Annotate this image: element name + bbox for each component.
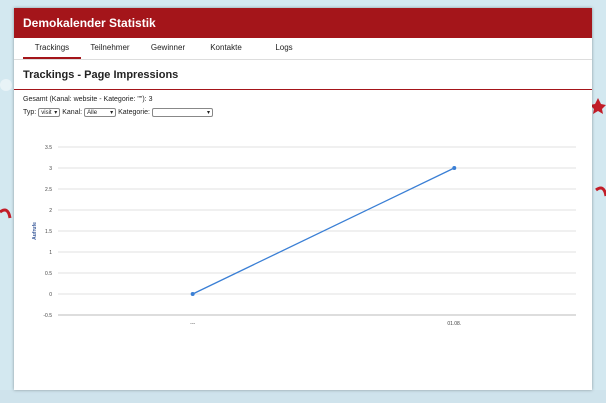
tab-teilnehmer[interactable]: Teilnehmer xyxy=(81,40,139,59)
app-title: Demokalender Statistik xyxy=(14,8,592,38)
chevron-down-icon: ▾ xyxy=(54,110,58,116)
page-title: Trackings - Page Impressions xyxy=(14,60,592,90)
y-tick-label: 1.5 xyxy=(45,229,52,235)
kanal-select[interactable]: Alle ▾ xyxy=(84,108,117,117)
chevron-down-icon: ▾ xyxy=(207,110,211,116)
y-tick-label: 2.5 xyxy=(45,187,52,193)
tab-logs[interactable]: Logs xyxy=(255,40,313,59)
app-window: Demokalender Statistik Trackings Teilneh… xyxy=(14,8,592,390)
y-tick-label: 0.5 xyxy=(45,271,52,277)
tab-trackings[interactable]: Trackings xyxy=(23,40,81,59)
y-tick-label: 0 xyxy=(49,292,52,298)
y-tick-label: 3 xyxy=(49,166,52,172)
y-tick-label: 2 xyxy=(49,208,52,214)
tab-bar: Trackings Teilnehmer Gewinner Kontakte L… xyxy=(14,40,592,60)
data-point xyxy=(452,166,457,170)
typ-select-value: visit xyxy=(41,109,52,116)
kanal-select-value: Alle xyxy=(87,109,98,116)
y-tick-label: -0.5 xyxy=(43,313,52,319)
data-point xyxy=(190,292,195,296)
y-tick-label: 3.5 xyxy=(45,145,52,151)
summary-text: Gesamt (Kanal: website - Kategorie: ""):… xyxy=(23,96,153,103)
y-tick-label: 1 xyxy=(49,250,52,256)
kategorie-select[interactable]: ▾ xyxy=(152,108,214,117)
typ-label: Typ: xyxy=(23,109,37,116)
x-tick-label: --- xyxy=(190,321,195,327)
line-chart: 3.5 3 2.5 2 1.5 1 0.5 0 -0.5 Aufrufe --- 01.08. xyxy=(32,145,576,327)
kategorie-label: Kategorie: xyxy=(118,109,151,116)
typ-select[interactable]: visit ▾ xyxy=(38,108,61,117)
kanal-label: Kanal: xyxy=(62,109,83,116)
x-tick-label: 01.08. xyxy=(447,321,461,327)
filter-bar: Typ: visit ▾ Kanal: Alle ▾ Kategorie: ▾ xyxy=(14,103,592,117)
chevron-down-icon: ▾ xyxy=(110,110,114,116)
tab-kontakte[interactable]: Kontakte xyxy=(197,40,255,59)
tab-gewinner[interactable]: Gewinner xyxy=(139,40,197,59)
y-axis-label: Aufrufe xyxy=(32,222,38,240)
